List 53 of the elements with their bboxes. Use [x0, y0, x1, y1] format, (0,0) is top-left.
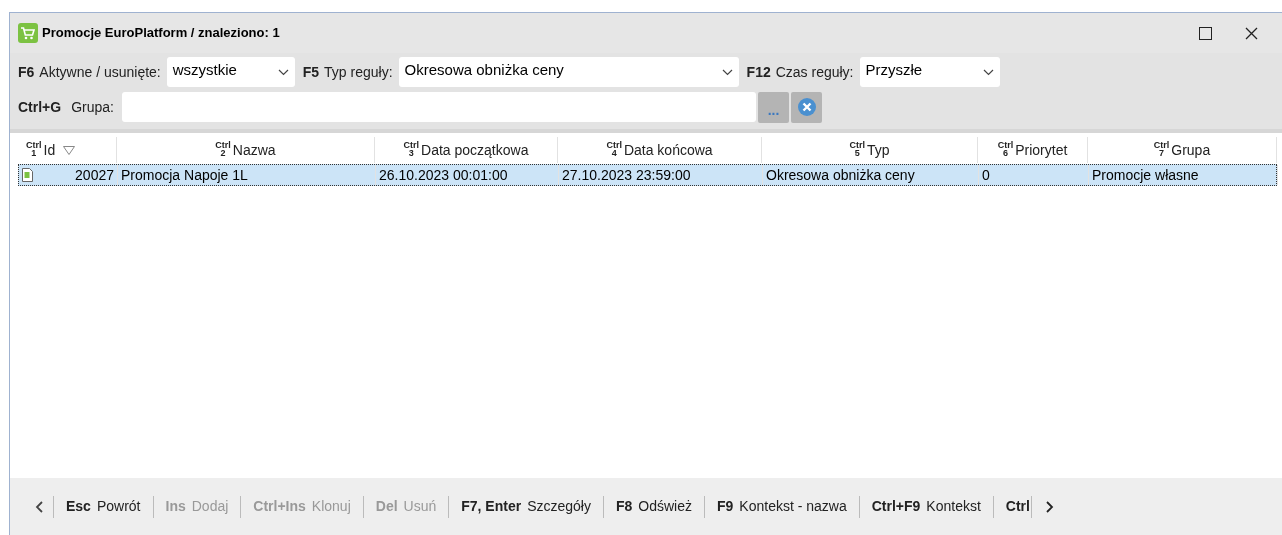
filter-label: Czas reguły:: [775, 62, 854, 82]
clear-icon: [797, 98, 816, 116]
clear-button[interactable]: [791, 91, 822, 123]
filter-shortcut: F5: [302, 62, 320, 82]
column-number: 1: [31, 149, 37, 157]
table-cell-text: 27.10.2023 23:59:00: [562, 165, 691, 185]
ctrl-label: Ctrl: [26, 141, 42, 149]
ctrl-label: Ctrl: [849, 141, 865, 149]
column-number: 6: [1002, 149, 1008, 157]
window-title: Promocje EuroPlatform / znaleziono: 1: [42, 24, 280, 43]
table-cell-text: Promocja Napoje 1L: [121, 165, 248, 185]
ctrl-label: Ctrl: [606, 141, 622, 149]
filter-label: Aktywne / usunięte:: [39, 62, 161, 82]
dropdown-chevron-icon: [982, 68, 994, 76]
dropdown-chevron-icon: [721, 68, 733, 76]
table-cell-text: Promocje własne: [1092, 165, 1199, 185]
filter-dropdown[interactable]: Okresowa obniżka ceny: [398, 57, 739, 87]
ctrl-label: Ctrl: [403, 141, 420, 149]
table-row[interactable]: 20027 Promocja Napoje 1L 26.10.2023 00:01:00 27.10.2023 23:59:00 Okresowa obniżka ceny 0 Promocje własne: [18, 164, 1277, 186]
column-number: 3: [408, 149, 414, 157]
close-icon: [1244, 26, 1258, 40]
footer-action-button[interactable]: F7, Enter Szczegóły: [449, 496, 603, 517]
column-number: 5: [854, 149, 860, 157]
footer-action-button[interactable]: Ctrl+F9 Kontekst: [859, 496, 993, 517]
chevron-left-icon: [35, 500, 43, 513]
footer-action-button[interactable]: Esc Powrót: [54, 496, 153, 517]
group-field[interactable]: [122, 92, 756, 122]
filter-dropdown[interactable]: Przyszłe: [859, 57, 1000, 87]
footer-action-button[interactable]: F8 Odśwież: [603, 496, 704, 517]
dropdown-chevron-icon: [277, 68, 289, 76]
ctrl-label: Ctrl: [215, 141, 231, 149]
document-icon: [22, 168, 33, 182]
ctrl-label: Ctrl: [997, 141, 1014, 149]
column-number: 7: [1159, 149, 1165, 157]
footer-action-button[interactable]: F9 Kontekst - nazwa: [705, 496, 859, 517]
filter-dropdown[interactable]: wszystkie: [166, 57, 295, 87]
filter-label: Typ reguły:: [324, 62, 393, 82]
table-cell-text: 26.10.2023 00:01:00: [379, 165, 508, 185]
ctrl-label: Ctrl: [1153, 141, 1170, 149]
filter-shortcut: F6: [18, 62, 35, 82]
footer-action-button[interactable]: Ctrl: [993, 496, 1031, 517]
table-cell-text: 0: [982, 165, 990, 185]
filter-label: Grupa:: [71, 97, 114, 117]
shopping-cart-icon: [18, 23, 38, 43]
table-cell-text: 20027: [75, 165, 114, 185]
table-cell-text: Okresowa obniżka ceny: [766, 165, 915, 185]
sort-icon: [63, 145, 76, 155]
chevron-right-icon: [1045, 500, 1054, 513]
filter-shortcut: F12: [746, 62, 771, 82]
column-number: 2: [220, 149, 226, 157]
column-number: 4: [611, 149, 617, 157]
filter-shortcut: Ctrl+G: [18, 97, 62, 117]
maximize-icon: [1198, 26, 1212, 40]
